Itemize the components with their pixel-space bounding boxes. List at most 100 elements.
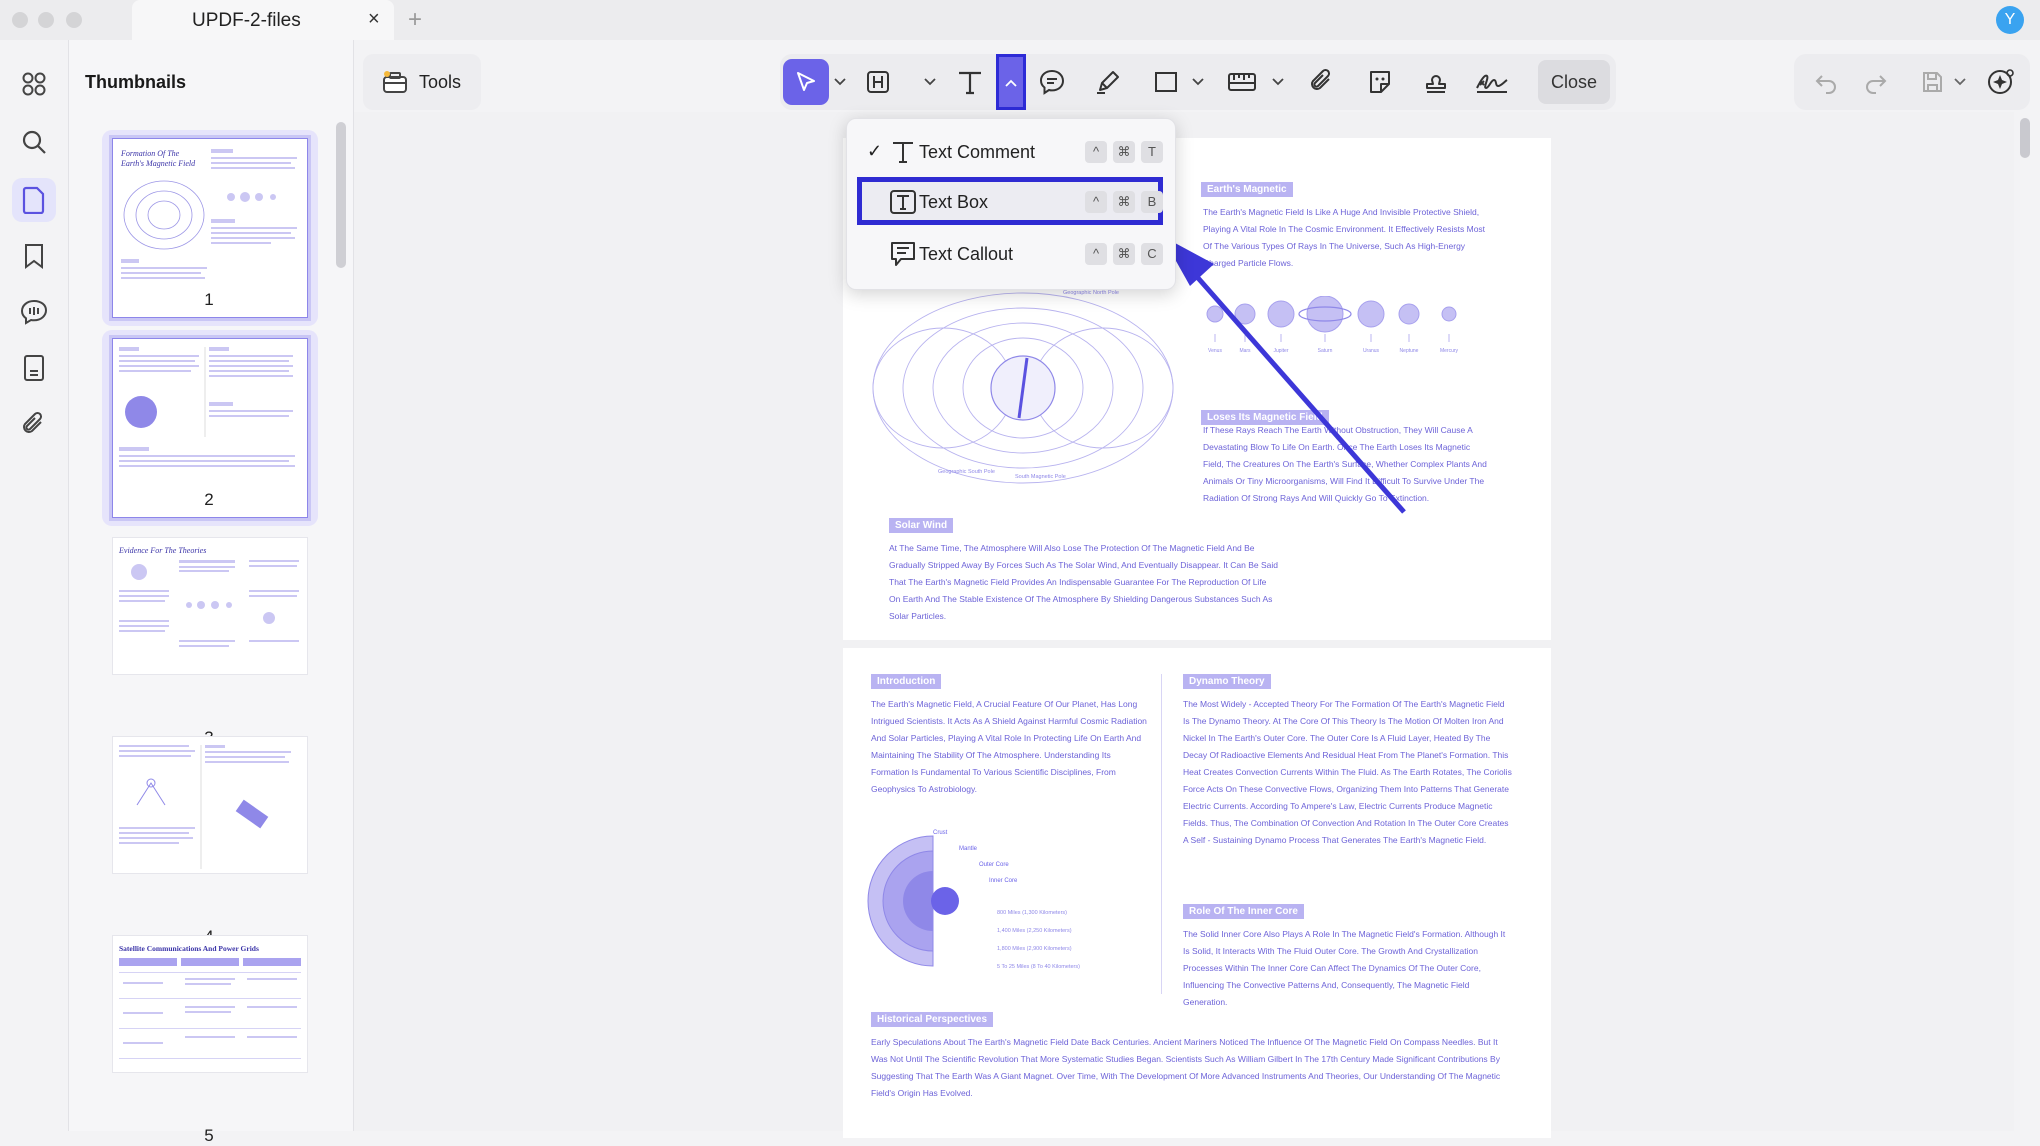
signature-icon[interactable] xyxy=(1474,64,1510,100)
select-dropdown-chevron-icon[interactable] xyxy=(832,72,848,92)
measure-icon[interactable] xyxy=(1224,64,1260,100)
depth-label: 1,400 Miles (2,250 Kilometers) xyxy=(997,928,1072,934)
text-dropdown-button[interactable] xyxy=(996,54,1026,110)
thumbnail-page-4[interactable] xyxy=(112,736,308,874)
document-icon[interactable] xyxy=(12,346,56,390)
attachment-icon[interactable] xyxy=(12,402,56,446)
shortcut-key: ⌘ xyxy=(1113,191,1135,213)
section-tag: Role Of The Inner Core xyxy=(1183,904,1304,919)
annotation-toolbar: Close xyxy=(780,54,1616,110)
save-icon[interactable] xyxy=(1914,64,1950,100)
diagram-label: South Magnetic Pole xyxy=(1015,474,1066,480)
add-tab-icon[interactable]: + xyxy=(408,6,422,34)
depth-label: 1,800 Miles (2,900 Kilometers) xyxy=(997,946,1072,952)
thumbnail-number: 5 xyxy=(204,1126,214,1145)
text-callout-icon xyxy=(891,242,915,266)
pages-icon[interactable] xyxy=(12,178,56,222)
tools-button[interactable]: Tools xyxy=(363,54,481,110)
paragraph: The Most Widely - Accepted Theory For Th… xyxy=(1183,699,1512,845)
thumbnail-scrollbar[interactable] xyxy=(336,122,346,268)
paragraph: The Solid Inner Core Also Plays A Role I… xyxy=(1183,929,1506,1007)
thumbnail-page-3[interactable]: Evidence For The Theories xyxy=(112,537,308,675)
window-minimize-control[interactable] xyxy=(38,12,54,28)
tab-title: UPDF-2-files xyxy=(192,10,301,31)
window-zoom-control[interactable] xyxy=(66,12,82,28)
thumbnail-page-5[interactable]: Satellite Communications And Power Grids xyxy=(112,935,308,1073)
layer-label: Inner Core xyxy=(989,878,1018,884)
title-bar: UPDF-2-files × + Y xyxy=(0,0,2040,40)
shortcut-key: ^ xyxy=(1085,191,1107,213)
search-icon[interactable] xyxy=(12,120,56,164)
paragraph: At The Same Time, The Atmosphere Will Al… xyxy=(889,543,1279,621)
document-scrollbar[interactable] xyxy=(2020,118,2030,158)
shortcut-key: ⌘ xyxy=(1113,243,1135,265)
section-tag: Dynamo Theory xyxy=(1183,674,1271,689)
bookmark-icon[interactable] xyxy=(12,234,56,278)
layer-label: Outer Core xyxy=(979,862,1009,868)
rectangle-icon[interactable] xyxy=(1148,64,1184,100)
pdf-page-2: Introduction The Earth's Magnetic Field,… xyxy=(843,648,1551,1138)
stamp-icon[interactable] xyxy=(1418,64,1454,100)
measure-dropdown-chevron-icon[interactable] xyxy=(1270,72,1286,92)
highlight-dropdown-chevron-icon[interactable] xyxy=(922,72,938,92)
redo-icon[interactable] xyxy=(1858,64,1894,100)
chevron-up-icon xyxy=(1005,79,1017,87)
text-box-icon xyxy=(890,190,916,214)
shortcut-key: B xyxy=(1141,191,1163,213)
grid-icon[interactable] xyxy=(12,62,56,106)
comment-icon[interactable] xyxy=(12,290,56,334)
layer-label: Crust xyxy=(933,830,948,836)
menu-item-label: Text Callout xyxy=(919,244,1014,264)
ai-assistant-icon[interactable] xyxy=(1982,64,2018,100)
column-divider xyxy=(1161,674,1162,994)
planet-label: Mercury xyxy=(1440,348,1459,354)
magnetic-field-diagram: Geographic North Pole Geographic South Po… xyxy=(872,290,1174,484)
section-tag: Solar Wind xyxy=(889,518,954,533)
text-tool-menu: ✓ Text Comment ^ ⌘ T Text Box ^ ⌘ B Text… xyxy=(846,118,1176,290)
text-icon[interactable] xyxy=(952,64,988,100)
panel-title: Thumbnails xyxy=(85,72,187,92)
toolbox-icon xyxy=(383,71,407,93)
save-dropdown-chevron-icon[interactable] xyxy=(1952,72,1968,92)
menu-item-label: Text Comment xyxy=(919,142,1036,162)
section-tag: Historical Perspectives xyxy=(871,1012,994,1027)
highlight-icon[interactable] xyxy=(860,64,896,100)
avatar[interactable]: Y xyxy=(1996,6,2024,34)
thumbnail-heading: Formation Of The Earth's Magnetic Field xyxy=(121,149,196,168)
layer-label: Mantle xyxy=(959,846,978,852)
pen-icon[interactable] xyxy=(1090,64,1126,100)
section-tag: Introduction xyxy=(871,674,942,689)
section-tag: Earth's Magnetic xyxy=(1201,182,1293,197)
thumbnail-number: 2 xyxy=(204,490,214,509)
document-viewport[interactable]: Earth's Magnetic The Earth's Magnetic Fi… xyxy=(354,112,2014,1138)
thumbnail-heading: Satellite Communications And Power Grids xyxy=(119,944,259,953)
shape-dropdown-chevron-icon[interactable] xyxy=(1190,72,1206,92)
sticker-icon[interactable] xyxy=(1362,64,1398,100)
shortcut-key: T xyxy=(1141,141,1163,163)
shortcut-key: ^ xyxy=(1085,243,1107,265)
comment-icon[interactable] xyxy=(1034,64,1070,100)
undo-icon[interactable] xyxy=(1808,64,1844,100)
menu-item-text-callout[interactable]: Text Callout ^ ⌘ C xyxy=(857,231,1163,277)
earth-layers-diagram: Crust Mantle Outer Core Inner Core 800 Mile… xyxy=(867,830,1080,970)
attachment-icon[interactable] xyxy=(1304,64,1340,100)
window-close-control[interactable] xyxy=(12,12,28,28)
thumbnail-number: 1 xyxy=(204,290,214,309)
menu-item-text-box[interactable]: Text Box ^ ⌘ B xyxy=(857,179,1163,225)
menu-item-text-comment[interactable]: ✓ Text Comment ^ ⌘ T xyxy=(857,129,1163,175)
tab-close-icon[interactable]: × xyxy=(368,8,380,31)
left-rail xyxy=(0,40,69,1131)
history-toolbar xyxy=(1794,54,2030,110)
close-button[interactable]: Close xyxy=(1538,60,1610,104)
select-tool-button[interactable] xyxy=(783,59,829,105)
tools-label: Tools xyxy=(419,72,462,92)
text-comment-icon xyxy=(893,142,913,163)
select-icon xyxy=(797,72,815,91)
depth-label: 800 Miles (1,300 Kilometers) xyxy=(997,910,1067,916)
diagram-label: Geographic South Pole xyxy=(938,469,995,475)
shortcut-key: ^ xyxy=(1085,141,1107,163)
document-tab[interactable]: UPDF-2-files × xyxy=(132,0,394,40)
shortcut-key: ⌘ xyxy=(1113,141,1135,163)
depth-label: 5 To 25 Miles (8 To 40 Kilometers) xyxy=(997,964,1080,970)
paragraph: Early Speculations About The Earth's Mag… xyxy=(871,1037,1501,1098)
